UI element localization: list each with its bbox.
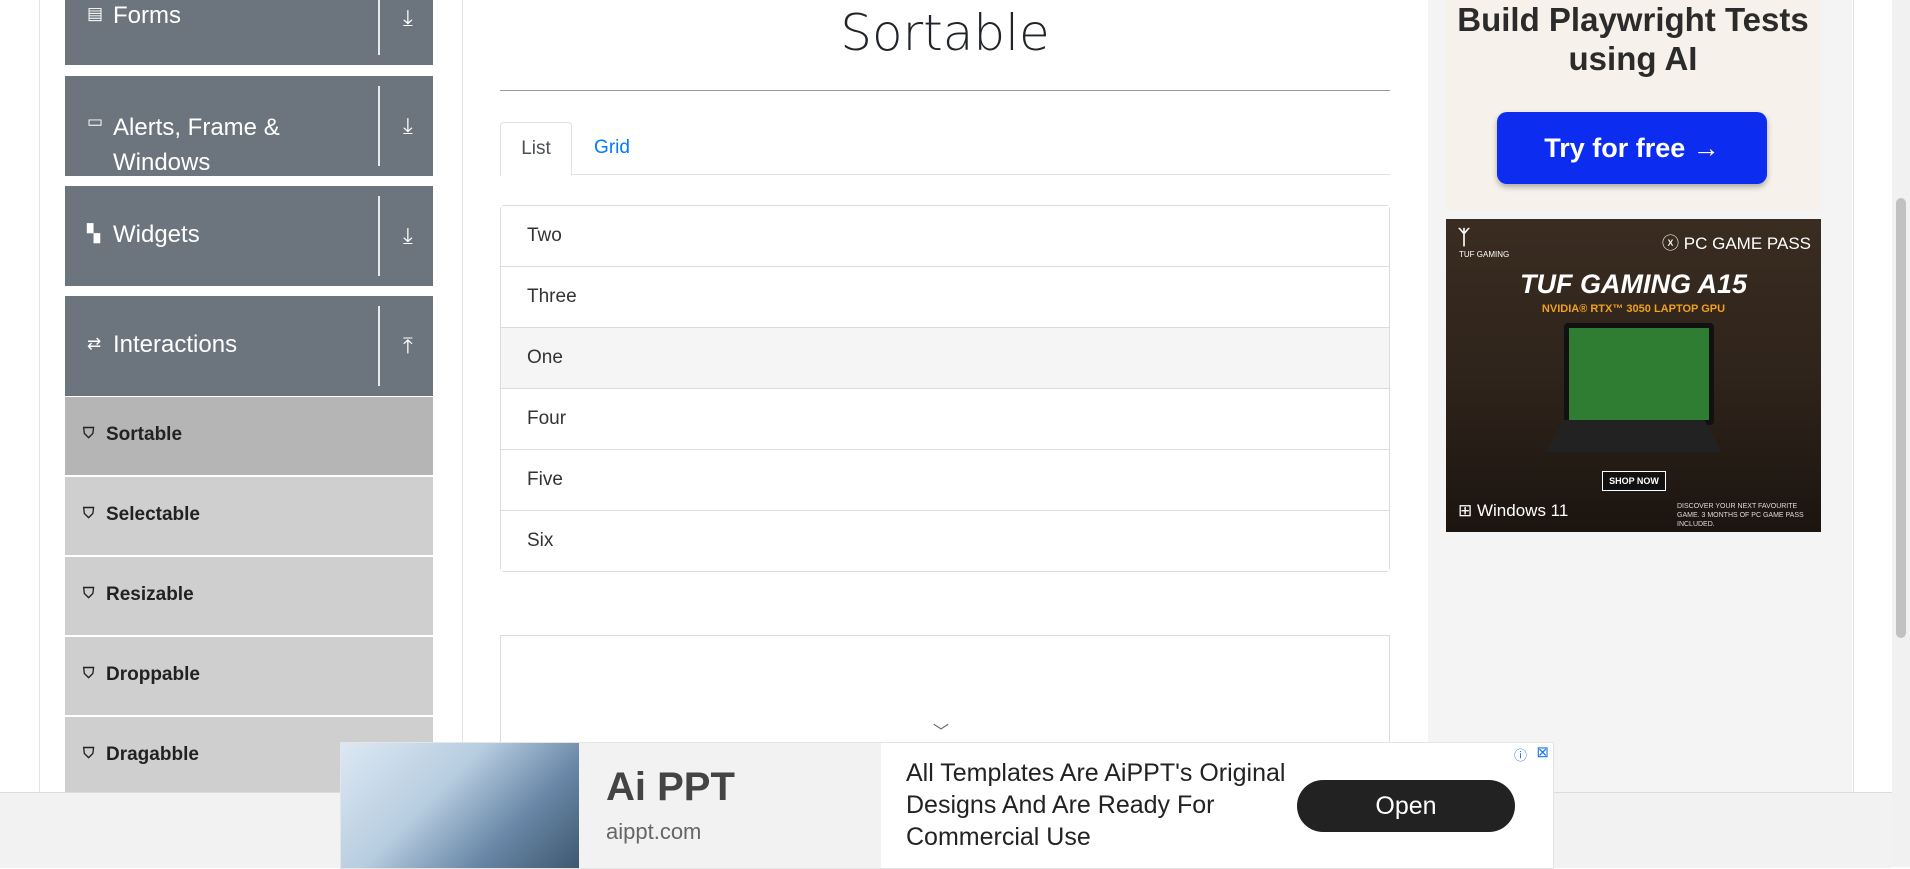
sidebar-group-alerts-frame-windows[interactable]: ▭ Alerts, Frame & Windows ⤓ xyxy=(65,76,433,176)
list-item[interactable]: One xyxy=(501,328,1389,389)
scrollbar-thumb[interactable] xyxy=(1896,198,1906,638)
open-button[interactable]: Open xyxy=(1297,780,1515,832)
tuf-logo: ᛉ xyxy=(1458,227,1470,249)
html5-icon: ⛉ xyxy=(83,585,95,602)
sidebar-group-interactions[interactable]: ⇄ Interactions ⤒ xyxy=(65,296,433,396)
laptop-image xyxy=(1564,323,1714,425)
windows-icon: ⊞ xyxy=(1458,501,1473,520)
widgets-icon: ▚ xyxy=(87,224,101,243)
sidebar-item-label: Resizable xyxy=(106,584,194,605)
list-item[interactable]: Six xyxy=(501,511,1389,571)
sidebar-item-resizable[interactable]: ⛉ Resizable xyxy=(65,557,433,637)
group-separator xyxy=(378,0,380,55)
sidebar-item-sortable[interactable]: ⛉ Sortable xyxy=(65,397,433,477)
sidebar-group-forms[interactable]: ▤ Forms ⤓ xyxy=(65,0,433,65)
page-title: Sortable xyxy=(840,4,1050,62)
title-divider xyxy=(500,90,1390,91)
ad-url: aippt.com xyxy=(606,819,702,844)
ad-pass: ⓧ PC GAME PASS xyxy=(1662,234,1811,253)
xbox-icon: ⓧ xyxy=(1662,234,1680,253)
window-icon: ▭ xyxy=(87,112,104,131)
html5-icon: ⛉ xyxy=(83,505,95,522)
sortable-list: Two Three One Four Five Six xyxy=(500,205,1390,572)
list-item[interactable]: Five xyxy=(501,450,1389,511)
html5-icon: ⛉ xyxy=(83,665,95,682)
sidebar-group-widgets[interactable]: ▚ Widgets ⤓ xyxy=(65,186,433,286)
shop-now-button[interactable]: SHOP NOW xyxy=(1602,471,1666,491)
list-item[interactable]: Three xyxy=(501,267,1389,328)
sidebar-item-droppable[interactable]: ⛉ Droppable xyxy=(65,637,433,717)
ad-photo xyxy=(341,743,579,868)
tabs-baseline xyxy=(500,174,1390,175)
sidebar-item-label: Sortable xyxy=(106,424,183,445)
info-icon[interactable]: ⓘ xyxy=(1514,745,1527,764)
group-separator xyxy=(378,86,380,166)
upload-arrow-icon[interactable]: ⤒ xyxy=(403,333,413,359)
sidebar-item-selectable[interactable]: ⛉ Selectable xyxy=(65,477,433,557)
tab-grid[interactable]: Grid xyxy=(572,122,652,174)
scrollbar[interactable] xyxy=(1892,0,1910,867)
sidebar-item-label: Droppable xyxy=(106,664,200,685)
close-icon[interactable]: ⊠ xyxy=(1536,743,1549,761)
bottom-banner-ad[interactable]: Ai PPT aippt.com All Templates Are AiPPT… xyxy=(340,742,1554,869)
group-separator xyxy=(378,306,380,386)
download-arrow-icon[interactable]: ⤓ xyxy=(403,5,413,31)
ad-description: All Templates Are AiPPT's Original Desig… xyxy=(906,759,1286,851)
download-arrow-icon[interactable]: ⤓ xyxy=(403,223,413,249)
chevron-down-icon[interactable]: ﹀ xyxy=(933,718,949,742)
download-arrow-icon[interactable]: ⤓ xyxy=(403,113,413,139)
sidebar-divider xyxy=(462,0,463,792)
tab-list[interactable]: List xyxy=(500,122,572,176)
ad-name: Ai PPT xyxy=(606,765,735,809)
sidebar-item-label: Dragabble xyxy=(106,744,199,765)
ad-fine-print: DISCOVER YOUR NEXT FAVOURITE GAME. 3 MON… xyxy=(1677,503,1804,528)
playwright-ad[interactable]: Build Playwright Tests using AI Try for … xyxy=(1446,0,1820,210)
group-separator xyxy=(378,196,380,276)
sidebar-group-label: Widgets xyxy=(113,221,200,248)
html5-icon: ⛉ xyxy=(83,745,95,762)
tuf-gaming-ad[interactable]: ᛉ TUF GAMING ⓧ PC GAME PASS TUF GAMING A… xyxy=(1446,219,1821,532)
list-item[interactable]: Two xyxy=(501,206,1389,267)
interactions-icon: ⇄ xyxy=(87,334,102,353)
sidebar-group-label: Interactions xyxy=(113,331,238,358)
ad-model: TUF GAMING A15 xyxy=(1519,269,1747,299)
sidebar-group-label: Alerts, Frame & Windows xyxy=(113,114,280,176)
list-item[interactable]: Four xyxy=(501,389,1389,450)
sidebar-item-label: Selectable xyxy=(106,504,200,525)
ad-gpu: NVIDIA® RTX™ 3050 LAPTOP GPU xyxy=(1541,303,1726,315)
html5-icon: ⛉ xyxy=(83,425,95,442)
ad-windows: ⊞ Windows 11 xyxy=(1458,501,1569,520)
try-for-free-button[interactable]: Try for free → xyxy=(1497,112,1767,184)
ad-headline: Build Playwright Tests using AI xyxy=(1457,1,1809,77)
sidebar-group-label: Forms xyxy=(113,2,181,29)
document-icon: ▤ xyxy=(87,4,104,23)
ad-brand: TUF GAMING xyxy=(1459,250,1510,259)
laptop-base xyxy=(1546,420,1722,452)
